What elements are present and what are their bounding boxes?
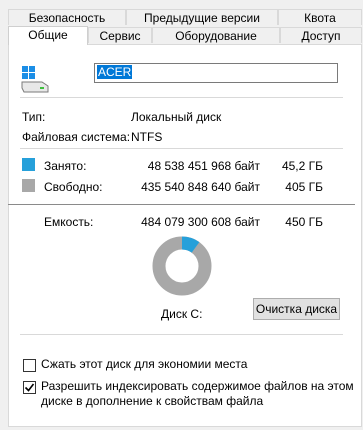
separator [8, 204, 355, 205]
used-size: 45,2 ГБ [281, 159, 323, 173]
tab-strip: Безопасность Предыдущие версии Квота Общ… [0, 0, 363, 45]
index-checkbox[interactable] [23, 381, 36, 394]
capacity-label: Емкость: [44, 215, 94, 229]
free-swatch [22, 179, 35, 192]
type-value: Локальный диск [131, 110, 222, 124]
drive-name-input[interactable]: ACER [94, 63, 338, 83]
tab-previous-versions[interactable]: Предыдущие версии [126, 9, 278, 25]
index-label-line2: диске в дополнение к свойствам файла [41, 394, 264, 408]
tab-hardware[interactable]: Оборудование [152, 27, 280, 43]
used-swatch [22, 158, 35, 171]
disk-label: Диск C: [161, 307, 203, 321]
compress-checkbox[interactable] [23, 359, 36, 372]
tab-quota[interactable]: Квота [278, 9, 362, 25]
compress-label: Сжать этот диск для экономии места [41, 357, 248, 371]
disk-cleanup-button[interactable]: Очистка диска [253, 298, 340, 320]
separator [20, 97, 343, 98]
free-label: Свободно: [44, 180, 103, 194]
tab-tools[interactable]: Сервис [88, 27, 152, 43]
used-bytes: 48 538 451 968 байт [147, 159, 260, 173]
fs-value: NTFS [131, 130, 163, 144]
drive-icon [21, 66, 49, 93]
separator [20, 148, 343, 149]
capacity-bytes: 484 079 300 608 байт [141, 215, 260, 229]
free-bytes: 435 540 848 640 байт [141, 180, 260, 194]
tab-general[interactable]: Общие [8, 26, 88, 45]
used-label: Занято: [44, 159, 87, 173]
tab-sharing[interactable]: Доступ [280, 27, 362, 43]
tab-security[interactable]: Безопасность [8, 9, 126, 25]
checkmark-icon [24, 383, 35, 392]
drive-name-text: ACER [97, 65, 133, 79]
donut-free-segment [152, 236, 212, 296]
free-size: 405 ГБ [285, 180, 323, 194]
separator [20, 334, 343, 335]
type-label: Тип: [22, 110, 46, 124]
fs-label: Файловая система: [22, 130, 131, 144]
disk-usage-donut [152, 236, 212, 296]
capacity-size: 450 ГБ [285, 215, 323, 229]
index-label-line1: Разрешить индексировать содержимое файло… [41, 379, 354, 393]
